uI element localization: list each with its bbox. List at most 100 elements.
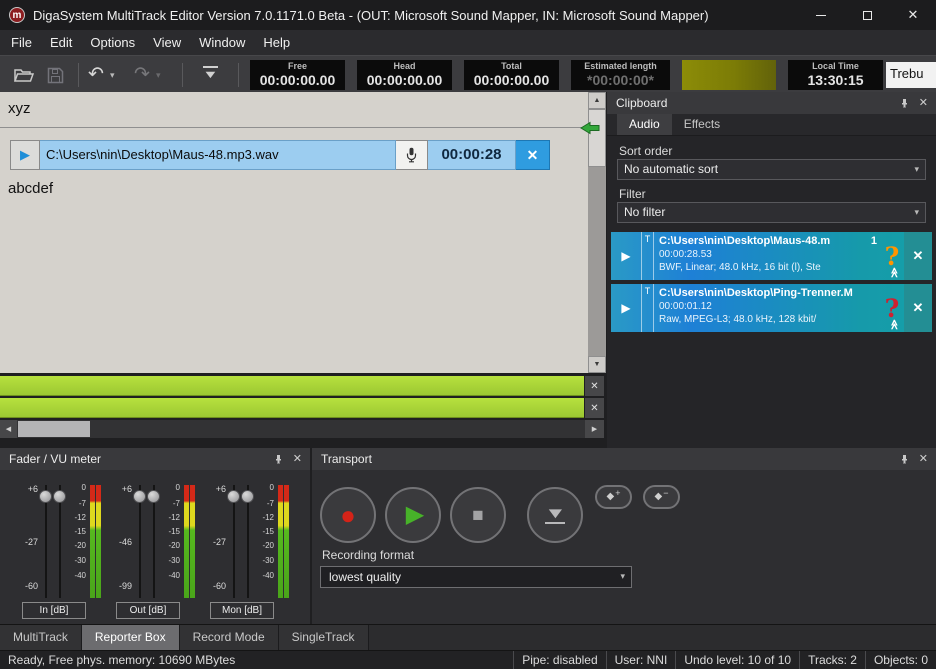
menu-window[interactable]: Window: [190, 30, 254, 55]
record-icon: ●: [340, 502, 356, 528]
menu-edit[interactable]: Edit: [41, 30, 81, 55]
fader-group-out: +6 -46 -99 0 -7 -12 -15 -20 -30 -40 Out …: [112, 478, 194, 618]
close-panel-button[interactable]: ✕: [919, 454, 928, 465]
fader-knob[interactable]: [53, 490, 66, 503]
scrollbar-thumb[interactable]: [588, 109, 606, 167]
level-bar-close-button[interactable]: ✕: [585, 398, 604, 418]
fader-group-mon: +6 -27 -60 0 -7 -12 -15 -20 -30 -40 Mon …: [206, 478, 288, 618]
clipboard-entry[interactable]: ▶ T C:\Users\nin\Desktop\Ping-Trenner.M …: [611, 284, 932, 332]
play-button[interactable]: ▶: [385, 487, 441, 543]
download-bar-icon: [545, 522, 565, 524]
menu-file[interactable]: File: [2, 30, 41, 55]
entry-remove-button[interactable]: ✕ ≫: [904, 232, 932, 280]
scroll-down-button[interactable]: ▼: [588, 356, 606, 373]
entry-format: BWF, Linear; 48.0 kHz, 16 bit (l), Ste: [659, 261, 880, 274]
app-icon: m: [9, 7, 25, 23]
redo-dropdown-button[interactable]: ▾: [156, 70, 161, 81]
pin-icon[interactable]: [273, 454, 284, 465]
status-objects: Objects: 0: [865, 651, 936, 669]
vu-scale-label: -15: [160, 528, 180, 536]
level-bar-close-button[interactable]: ✕: [585, 376, 604, 396]
vu-meter-strip: [96, 485, 101, 598]
diamond-icon: ◆: [607, 492, 615, 502]
play-icon: ▶: [621, 249, 630, 263]
menu-view[interactable]: View: [144, 30, 190, 55]
sort-order-label: Sort order: [619, 144, 672, 158]
fader-knob[interactable]: [147, 490, 160, 503]
load-button[interactable]: ▼: [527, 487, 583, 543]
pin-icon[interactable]: [899, 454, 910, 465]
filter-value: No filter: [624, 205, 665, 219]
menu-help[interactable]: Help: [254, 30, 299, 55]
panel-title: Clipboard: [607, 96, 667, 110]
vu-scale-label: 0: [160, 484, 180, 492]
menu-bar: File Edit Options View Window Help: [0, 30, 936, 55]
fader-knob[interactable]: [133, 490, 146, 503]
marker-remove-button[interactable]: ◆−: [643, 485, 680, 509]
panel-title: Transport: [312, 452, 372, 466]
fader-knob[interactable]: [241, 490, 254, 503]
open-button[interactable]: [14, 64, 34, 86]
scroll-right-button[interactable]: ▶: [585, 420, 604, 438]
clip-close-button[interactable]: ✕: [516, 140, 550, 170]
undo-button[interactable]: ↶: [88, 64, 104, 86]
tab-record-mode[interactable]: Record Mode: [180, 625, 279, 650]
up-arrow-icon: ▲: [594, 97, 601, 104]
undo-dropdown-button[interactable]: ▾: [110, 70, 115, 81]
toolbar-dropdown-button[interactable]: ▼: [198, 66, 222, 80]
entry-info: C:\Users\nin\Desktop\Ping-Trenner.M 00:0…: [654, 284, 880, 332]
entry-play-button[interactable]: ▶: [611, 232, 641, 280]
vu-meter-strip: [190, 485, 195, 598]
clipboard-panel: Clipboard ✕ Audio Effects Sort order No …: [607, 92, 936, 448]
double-chevron-up-icon: ≫: [890, 267, 901, 277]
clip-play-button[interactable]: ▶: [10, 140, 40, 170]
tab-reporter-box[interactable]: Reporter Box: [82, 625, 180, 650]
horizontal-scrollbar[interactable]: ◀ ▶: [0, 420, 604, 438]
close-panel-button[interactable]: ✕: [293, 454, 302, 465]
tab-effects[interactable]: Effects: [672, 114, 732, 135]
vu-scale-label: 0: [66, 484, 86, 492]
clip-mic-button[interactable]: [396, 140, 428, 170]
scroll-left-button[interactable]: ◀: [0, 420, 17, 438]
scrollbar-thumb[interactable]: [18, 421, 90, 437]
play-icon: ▶: [20, 147, 30, 163]
dropdown-bar-icon: [203, 66, 218, 68]
scroll-up-button[interactable]: ▲: [588, 92, 606, 109]
sort-order-select[interactable]: No automatic sort ▾: [617, 159, 926, 180]
filter-select[interactable]: No filter ▾: [617, 202, 926, 223]
redo-button[interactable]: ↷: [134, 64, 150, 86]
tab-audio[interactable]: Audio: [617, 114, 672, 135]
close-button[interactable]: ✕: [890, 0, 936, 30]
fader-knob[interactable]: [39, 490, 52, 503]
editor-area[interactable]: xyz ▶ C:\Users\nin\Desktop\Maus-48.mp3.w…: [0, 92, 606, 373]
marker-add-button[interactable]: ◆+: [595, 485, 632, 509]
minimize-button[interactable]: [798, 0, 844, 30]
vu-scale-label: -30: [160, 557, 180, 565]
stop-button[interactable]: ■: [450, 487, 506, 543]
close-icon: ✕: [913, 300, 924, 316]
recording-format-select[interactable]: lowest quality ▾: [320, 566, 632, 588]
font-selector[interactable]: Trebu: [886, 62, 936, 88]
pin-icon[interactable]: [899, 98, 910, 109]
tab-singletrack[interactable]: SingleTrack: [279, 625, 369, 650]
vu-scale-label: -7: [254, 500, 274, 508]
maximize-button[interactable]: [844, 0, 890, 30]
vu-scale-label: -7: [66, 500, 86, 508]
menu-options[interactable]: Options: [81, 30, 144, 55]
save-button[interactable]: [47, 64, 64, 86]
tab-multitrack[interactable]: MultiTrack: [0, 625, 82, 650]
entry-play-button[interactable]: ▶: [611, 284, 641, 332]
vu-scale-label: -20: [254, 542, 274, 550]
fader-panel: Fader / VU meter ✕ +6 -27 -60 0 -7 -12 -…: [0, 448, 310, 624]
window-controls: ✕: [798, 0, 936, 30]
insert-marker-icon: [580, 121, 600, 135]
entry-remove-button[interactable]: ✕ ≫: [904, 284, 932, 332]
clipboard-entry[interactable]: ▶ T C:\Users\nin\Desktop\Maus-48.m 1 00:…: [611, 232, 932, 280]
level-bar: [0, 398, 584, 418]
close-panel-button[interactable]: ✕: [919, 98, 928, 109]
fader-knob[interactable]: [227, 490, 240, 503]
fader-scale-label: -27: [206, 538, 226, 547]
audio-clip[interactable]: ▶ C:\Users\nin\Desktop\Maus-48.mp3.wav 0…: [10, 140, 550, 170]
main-area: xyz ▶ C:\Users\nin\Desktop\Maus-48.mp3.w…: [0, 92, 936, 448]
record-button[interactable]: ●: [320, 487, 376, 543]
